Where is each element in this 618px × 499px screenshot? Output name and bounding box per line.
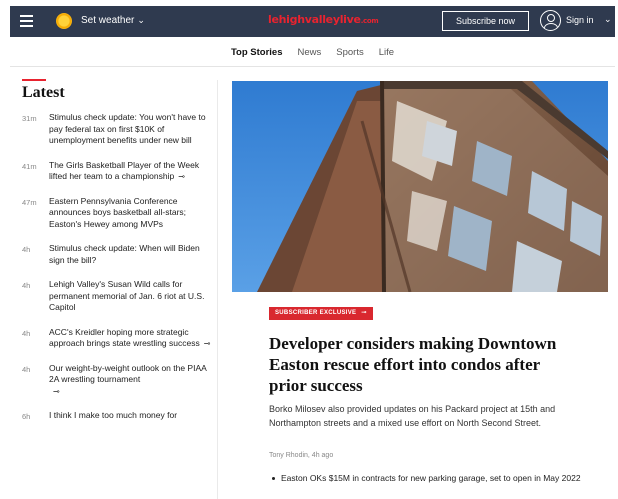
item-time: 41m: [22, 161, 37, 171]
user-avatar-icon: [540, 10, 561, 31]
item-title[interactable]: Eastern Pennsylvania Conference announce…: [49, 196, 186, 229]
logo-main: lehighvalleylive: [268, 13, 361, 26]
item-title[interactable]: Stimulus check update: You won't have to…: [49, 112, 206, 145]
latest-header: Latest: [22, 79, 65, 102]
logo-suffix: .com: [360, 17, 379, 25]
list-item[interactable]: 31m Stimulus check update: You won't hav…: [22, 112, 216, 147]
bullet-icon: [272, 477, 275, 480]
related-link-text[interactable]: Easton OKs $15M in contracts for new par…: [281, 473, 581, 483]
item-title[interactable]: Stimulus check update: When will Biden s…: [49, 243, 200, 265]
hamburger-menu-icon[interactable]: [20, 15, 33, 27]
feature-summary: Borko Milosev also provided updates on h…: [269, 404, 556, 428]
subscriber-exclusive-badge: SUBSCRIBER EXCLUSIVE ⊸: [269, 307, 373, 320]
key-icon: ⊸: [53, 386, 60, 396]
tab-life[interactable]: Life: [379, 47, 394, 58]
building-photo: [232, 81, 608, 292]
key-icon: ⊸: [203, 339, 211, 348]
latest-list: 31m Stimulus check update: You won't hav…: [22, 112, 216, 422]
section-nav: Top Stories News Sports Life: [10, 37, 615, 67]
list-item[interactable]: 4h Our weight-by-weight outlook on the P…: [22, 363, 216, 398]
subscribe-button[interactable]: Subscribe now: [442, 11, 529, 31]
chevron-down-icon: ⌄: [604, 14, 612, 24]
item-time: 4h: [22, 364, 31, 374]
feature-image[interactable]: [232, 81, 608, 292]
site-logo[interactable]: lehighvalleylive.com: [268, 13, 379, 26]
item-time: 6h: [22, 412, 31, 421]
list-item[interactable]: 4h Lehigh Valley's Susan Wild calls for …: [22, 279, 216, 314]
key-icon: ⊸: [178, 172, 185, 181]
related-link[interactable]: Easton OKs $15M in contracts for new par…: [272, 473, 592, 484]
sun-icon[interactable]: [56, 13, 72, 29]
badge-label: SUBSCRIBER EXCLUSIVE: [275, 310, 357, 316]
tab-top-stories[interactable]: Top Stories: [231, 47, 283, 58]
top-bar: Set weather ⌄ lehighvalleylive.com Subscr…: [10, 6, 615, 37]
key-icon: ⊸: [361, 310, 367, 316]
list-item[interactable]: 6h I think I make too much money for: [22, 410, 216, 422]
feature-headline[interactable]: Developer considers making Downtown East…: [269, 333, 579, 396]
list-item[interactable]: 47m Eastern Pennsylvania Conference anno…: [22, 196, 216, 231]
chevron-down-icon: ⌄: [137, 15, 145, 25]
list-item[interactable]: 4h ACC's Kreidler hoping more strategic …: [22, 327, 216, 350]
tab-sports[interactable]: Sports: [336, 47, 363, 58]
tab-news[interactable]: News: [298, 47, 322, 58]
list-item[interactable]: 41m The Girls Basketball Player of the W…: [22, 160, 216, 183]
item-time: 4h: [22, 328, 31, 338]
item-title[interactable]: The Girls Basketball Player of the Week …: [49, 160, 199, 182]
item-title[interactable]: Lehigh Valley's Susan Wild calls for per…: [49, 279, 204, 312]
set-weather-button[interactable]: Set weather ⌄: [81, 15, 145, 26]
accent-bar: [22, 79, 46, 81]
column-divider: [217, 80, 218, 499]
item-time: 4h: [22, 281, 31, 290]
item-title[interactable]: I think I make too much money for: [49, 410, 177, 420]
sign-in-label: Sign in: [566, 15, 594, 25]
item-time: 4h: [22, 245, 31, 254]
latest-heading: Latest: [22, 84, 65, 101]
list-item[interactable]: 4h Stimulus check update: When will Bide…: [22, 243, 216, 266]
feature-byline: Tony Rhodin, 4h ago: [269, 452, 334, 459]
item-title[interactable]: Our weight-by-weight outlook on the PIAA…: [49, 363, 206, 385]
item-title[interactable]: ACC's Kreidler hoping more strategic app…: [49, 327, 200, 349]
item-time: 31m: [22, 114, 37, 123]
set-weather-label: Set weather: [81, 15, 135, 26]
item-time: 47m: [22, 197, 37, 207]
